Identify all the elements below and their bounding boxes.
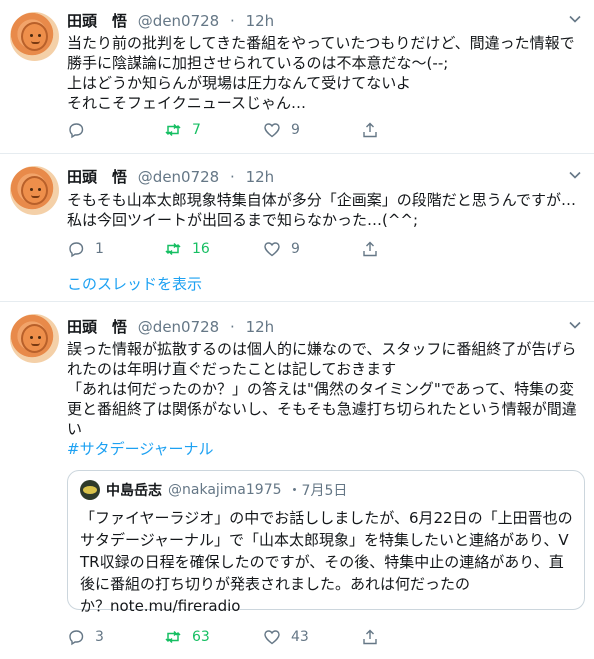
tweet-line: それこそフェイクニュースじゃん… — [67, 94, 306, 112]
tweet-time[interactable]: 12h — [246, 12, 275, 30]
reply-count: 1 — [95, 241, 104, 257]
tweet-line: 上はどうか知らんが現場は圧力なんて受けてないよ — [67, 74, 411, 92]
separator-dot: · — [230, 168, 235, 186]
quoted-line: 「ファイヤーラジオ」の中でお話ししましたが、6月22日の「上田晋也の — [80, 509, 573, 527]
retweet-count: 16 — [192, 241, 210, 257]
avatar[interactable] — [10, 314, 59, 363]
quoted-avatar — [80, 480, 100, 500]
like-icon — [264, 630, 280, 645]
like-count: 43 — [291, 629, 309, 645]
author-handle[interactable]: @den0728 — [138, 12, 219, 30]
author-handle[interactable]: @den0728 — [138, 318, 219, 336]
retweet-button[interactable]: 16 — [164, 238, 210, 260]
tweet-text: 当たり前の批判をしてきた番組をやっていたつもりだけど、間違った情報で 勝手に陰謀… — [67, 33, 584, 113]
share-icon — [363, 629, 377, 645]
share-button[interactable] — [361, 238, 379, 260]
retweet-count: 7 — [192, 122, 201, 138]
quoted-line: サタデージャーナル」で「山本太郎現象」を特集したいと連絡があり、V — [80, 531, 569, 549]
retweet-icon — [165, 630, 181, 644]
chevron-down-icon[interactable] — [568, 12, 582, 26]
like-count: 9 — [291, 241, 300, 257]
tweet-line: い — [67, 420, 83, 438]
quoted-author-name: 中島岳志 — [106, 483, 162, 499]
quoted-tweet-date: ・7月5日 — [287, 483, 348, 499]
tweet-actions: 1 16 9 — [67, 238, 407, 260]
author-name[interactable]: 田頭 悟 — [67, 12, 127, 30]
like-count: 9 — [291, 122, 300, 138]
tweet-line: 私は今回ツイートが出回るまで知らなかった…(^^; — [67, 211, 419, 229]
like-button[interactable]: 9 — [263, 238, 300, 260]
quoted-tweet-header: 中島岳志 @nakajima1975 ・7月5日 — [80, 480, 347, 500]
show-thread-link[interactable]: このスレッドを表示 — [67, 273, 202, 294]
quoted-line: TR収録の日程を確保したのですが、その後、特集中止の連絡があり、直 — [80, 553, 564, 571]
author-handle[interactable]: @den0728 — [138, 168, 219, 186]
retweet-button[interactable]: 63 — [164, 626, 210, 648]
quoted-line: 後に番組の打ち切りが発表されました。あれは何だったの — [80, 575, 471, 593]
reply-button[interactable]: 1 — [67, 238, 104, 260]
author-name[interactable]: 田頭 悟 — [67, 318, 127, 336]
tweet[interactable]: 田頭 悟 @den0728 · 12h 当たり前の批判をしてきた番組をやっていた… — [0, 0, 594, 154]
retweet-icon — [165, 123, 181, 137]
reply-icon — [69, 242, 84, 258]
tweet-line: れたのは年明け直ぐだったことは記しておきます — [67, 360, 397, 378]
tweet-header: 田頭 悟 @den0728 · 12h — [67, 10, 274, 30]
separator-dot: · — [230, 318, 235, 336]
share-button[interactable] — [361, 626, 379, 648]
author-name[interactable]: 田頭 悟 — [67, 168, 127, 186]
like-button[interactable]: 43 — [263, 626, 309, 648]
tweet[interactable]: 田頭 悟 @den0728 · 12h そもそも山本太郎現象特集自体が多分「企画… — [0, 154, 594, 302]
quoted-author-handle: @nakajima1975 — [168, 482, 282, 498]
reply-button[interactable] — [67, 119, 95, 141]
hashtag-link[interactable]: #サタデージャーナル — [67, 439, 584, 459]
like-icon — [264, 123, 280, 138]
like-icon — [264, 242, 280, 257]
tweet-line: 勝手に陰謀論に加担させられているのは不本意だな〜(--; — [67, 54, 449, 72]
tweet-line: 誤った情報が拡散するのは個人的に嫌なので、スタッフに番組終了が告げら — [67, 340, 577, 358]
share-icon — [363, 122, 377, 138]
tweet-text: そもそも山本太郎現象特集自体が多分「企画案」の段階だと思うんですが… 私は今回ツ… — [67, 190, 584, 230]
tweet-actions: 7 9 — [67, 119, 407, 141]
avatar[interactable] — [10, 166, 59, 215]
tweet-header: 田頭 悟 @den0728 · 12h — [67, 166, 274, 186]
tweet-line: 更と番組終了は関係がないし、そもそも急遽打ち切られたという情報が間違 — [67, 400, 577, 418]
tweet-header: 田頭 悟 @den0728 · 12h — [67, 316, 274, 336]
like-button[interactable]: 9 — [263, 119, 300, 141]
quoted-tweet[interactable]: 中島岳志 @nakajima1975 ・7月5日 「ファイヤーラジオ」の中でお話… — [67, 470, 585, 615]
share-icon — [363, 241, 377, 257]
chevron-down-icon[interactable] — [568, 168, 582, 182]
tweet-time[interactable]: 12h — [246, 318, 275, 336]
tweet-text: 誤った情報が拡散するのは個人的に嫌なので、スタッフに番組終了が告げら れたのは年… — [67, 339, 584, 459]
tweet-time[interactable]: 12h — [246, 168, 275, 186]
tweet-line: そもそも山本太郎現象特集自体が多分「企画案」の段階だと思うんですが… — [67, 191, 576, 209]
share-button[interactable] — [361, 119, 379, 141]
avatar[interactable] — [10, 12, 59, 61]
tweet-line: 「あれは何だったのか？」の答えは"偶然のタイミング"であって、特集の変 — [67, 380, 575, 398]
retweet-count: 63 — [192, 629, 210, 645]
chevron-down-icon[interactable] — [568, 318, 582, 332]
reply-icon — [69, 123, 84, 139]
reply-button[interactable]: 3 — [67, 626, 104, 648]
retweet-icon — [165, 242, 181, 256]
quoted-line: か？note.mu/fireradio — [80, 597, 241, 615]
reply-icon — [69, 630, 84, 646]
retweet-button[interactable]: 7 — [164, 119, 201, 141]
quoted-tweet-text: 「ファイヤーラジオ」の中でお話ししましたが、6月22日の「上田晋也の サタデージ… — [80, 507, 574, 617]
tweet-line: 当たり前の批判をしてきた番組をやっていたつもりだけど、間違った情報で — [67, 34, 575, 52]
separator-dot: · — [230, 12, 235, 30]
reply-count: 3 — [95, 629, 104, 645]
tweet-actions: 3 63 43 — [67, 626, 407, 648]
